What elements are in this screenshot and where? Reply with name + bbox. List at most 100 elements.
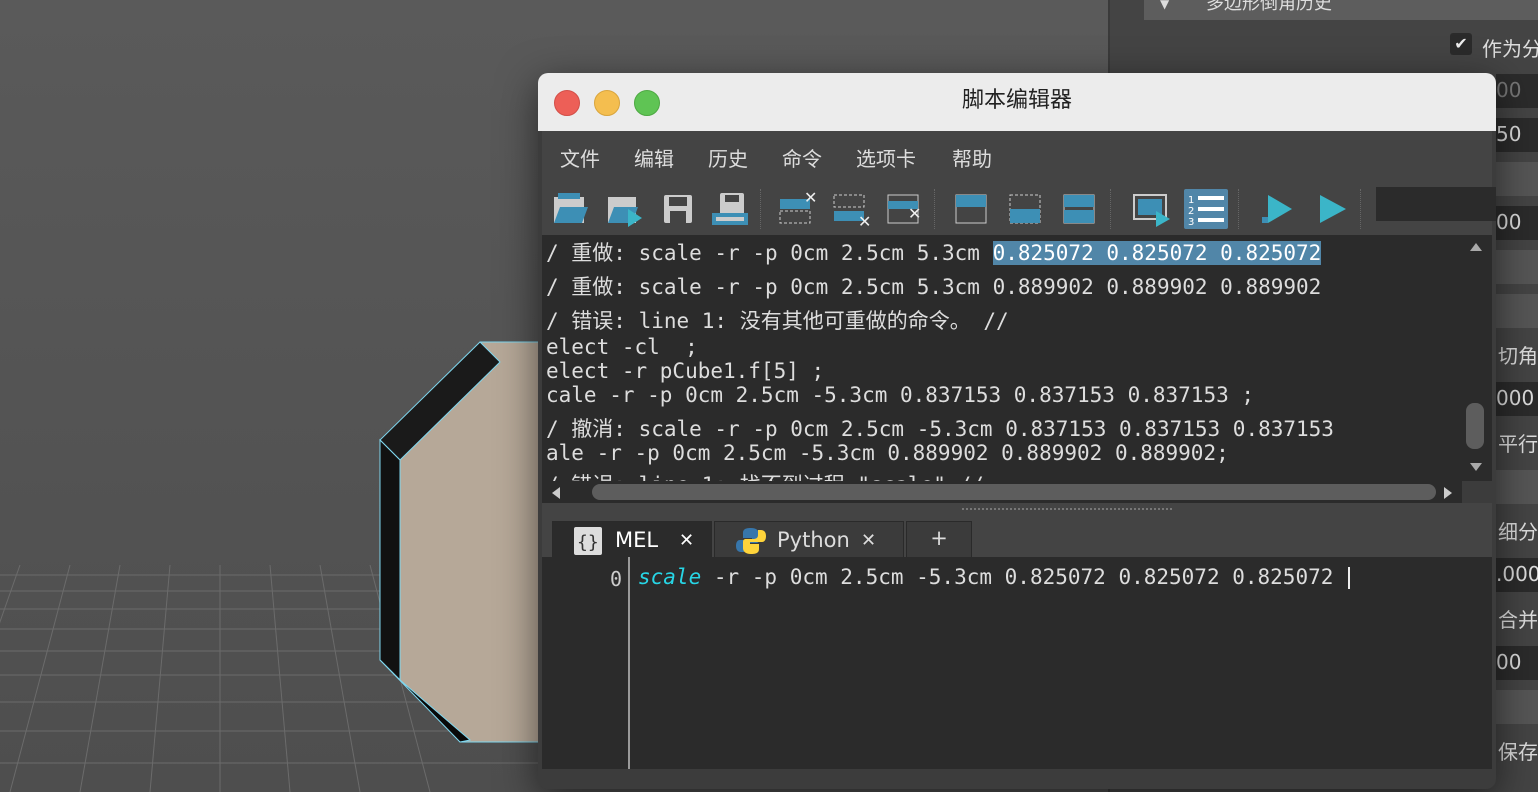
- svg-text:2: 2: [1188, 206, 1194, 217]
- field-value: 000: [1496, 386, 1535, 410]
- tab-label: Python: [777, 528, 850, 552]
- attribute-slider[interactable]: [1496, 250, 1538, 284]
- minimize-window-button[interactable]: [594, 90, 620, 116]
- zoom-window-button[interactable]: [634, 90, 660, 116]
- execute-all-icon[interactable]: [1308, 189, 1352, 229]
- output-line: ale -r -p 0cm 2.5cm -5.3cm 0.889902 0.88…: [546, 441, 1229, 465]
- section-header[interactable]: ▼ 多边形倒角历史: [1144, 0, 1538, 20]
- field-value: 00: [1496, 78, 1522, 102]
- clear-all-icon[interactable]: ✕: [882, 189, 926, 229]
- svg-text:3: 3: [1188, 217, 1194, 228]
- output-line: / 错误: line 1: 没有其他可重做的命令。 //: [546, 309, 1009, 333]
- attribute-slider[interactable]: [1496, 470, 1538, 504]
- scroll-up-icon[interactable]: [1468, 241, 1484, 253]
- tab-mel[interactable]: {} MEL ✕: [552, 521, 712, 558]
- menu-file[interactable]: 文件: [560, 143, 600, 172]
- checkbox-label: 作为分: [1482, 37, 1538, 61]
- show-input-icon[interactable]: [1004, 189, 1048, 229]
- toolbar-separator: [760, 189, 763, 229]
- execute-selected-icon[interactable]: [1254, 189, 1298, 229]
- open-script-icon[interactable]: [548, 189, 592, 229]
- editor-scroll-gutter: [1482, 557, 1492, 769]
- output-line: / 重做: scale -r -p 0cm 2.5cm 5.3cm 0.8250…: [546, 237, 1322, 267]
- close-tab-icon[interactable]: ✕: [679, 530, 694, 551]
- horizontal-scroll-thumb[interactable]: [592, 484, 1436, 500]
- selected-text: 0.825072 0.825072 0.825072: [992, 241, 1322, 265]
- splitter-grip: [962, 508, 1172, 512]
- title-bar[interactable]: 脚本编辑器: [538, 73, 1496, 131]
- script-editor-window: 脚本编辑器 文件 编辑 历史 命令 选项卡 帮助 ✕ ✕ ✕ 1 2 3 / 重…: [538, 73, 1496, 789]
- attribute-label: 细分 M: [1498, 520, 1538, 544]
- horizontal-scrollbar[interactable]: [542, 481, 1462, 503]
- attribute-field[interactable]: 00: [1496, 74, 1538, 108]
- history-output[interactable]: / 重做: scale -r -p 0cm 2.5cm 5.3cm 0.8250…: [542, 235, 1462, 481]
- checkbox[interactable]: ✔: [1450, 33, 1472, 55]
- beveled-cube-object[interactable]: [370, 330, 550, 750]
- attribute-slider[interactable]: [1496, 690, 1538, 724]
- vertical-scrollbar[interactable]: [1462, 235, 1492, 481]
- toolbar-search-field[interactable]: [1376, 187, 1496, 221]
- close-window-button[interactable]: [554, 90, 580, 116]
- pane-splitter[interactable]: [542, 503, 1492, 517]
- scroll-down-icon[interactable]: [1468, 461, 1484, 473]
- section-title: 多边形倒角历史: [1206, 0, 1332, 14]
- line-number: 0: [609, 567, 622, 591]
- code-line[interactable]: scale -r -p 0cm 2.5cm -5.3cm 0.825072 0.…: [638, 565, 1351, 589]
- menu-edit[interactable]: 编辑: [634, 143, 674, 172]
- line-number-gutter: 0: [542, 557, 630, 769]
- menu-tabs[interactable]: 选项卡: [856, 143, 916, 172]
- menu-history[interactable]: 历史: [708, 143, 748, 172]
- attribute-field[interactable]: 00: [1496, 206, 1538, 240]
- output-line: elect -r pCube1.f[5] ;: [546, 359, 825, 383]
- attribute-field[interactable]: 00: [1496, 646, 1538, 680]
- scroll-left-icon[interactable]: [550, 485, 562, 501]
- attribute-label: 合并顶: [1498, 608, 1538, 632]
- show-history-icon[interactable]: [950, 189, 994, 229]
- show-line-numbers-icon[interactable]: 123: [1184, 189, 1228, 229]
- save-to-shelf-icon[interactable]: [708, 189, 752, 229]
- attribute-field[interactable]: .000: [1496, 558, 1538, 592]
- output-line: / 重做: scale -r -p 0cm 2.5cm 5.3cm 0.8899…: [546, 275, 1322, 299]
- toolbar: ✕ ✕ ✕ 123: [542, 183, 1496, 235]
- save-script-icon[interactable]: [656, 189, 700, 229]
- attribute-label: 平行力: [1498, 432, 1538, 456]
- menu-bar: 文件 编辑 历史 命令 选项卡 帮助: [542, 131, 1492, 183]
- add-tab-icon: +: [930, 526, 948, 550]
- attribute-label: 保存: [1498, 740, 1538, 764]
- echo-all-commands-icon[interactable]: [1130, 189, 1174, 229]
- vertical-scroll-thumb[interactable]: [1466, 403, 1484, 449]
- output-text: / 重做: scale -r -p 0cm 2.5cm 5.3cm: [546, 241, 993, 265]
- svg-text:1: 1: [1188, 195, 1194, 206]
- add-tab-button[interactable]: +: [906, 521, 972, 558]
- show-both-icon[interactable]: [1058, 189, 1102, 229]
- clear-history-icon[interactable]: ✕: [774, 188, 818, 229]
- svg-text:{}: {}: [577, 532, 599, 553]
- code-arguments: -r -p 0cm 2.5cm -5.3cm 0.825072 0.825072…: [701, 565, 1347, 589]
- menu-help[interactable]: 帮助: [952, 143, 992, 172]
- toolbar-separator: [934, 189, 937, 229]
- clear-input-icon[interactable]: ✕: [828, 189, 872, 231]
- svg-text:✕: ✕: [858, 212, 871, 229]
- output-line: cale -r -p 0cm 2.5cm -5.3cm 0.837153 0.8…: [546, 383, 1255, 407]
- script-input-editor[interactable]: 0 scale -r -p 0cm 2.5cm -5.3cm 0.825072 …: [542, 557, 1482, 769]
- scroll-right-icon[interactable]: [1442, 485, 1454, 501]
- svg-text:✕: ✕: [908, 204, 921, 223]
- expand-arrow-icon[interactable]: ▼: [1160, 0, 1169, 20]
- field-value: 00: [1496, 650, 1522, 674]
- attribute-field[interactable]: 50: [1496, 118, 1538, 152]
- attribute-field[interactable]: 000: [1496, 382, 1538, 416]
- toolbar-separator: [1238, 189, 1241, 229]
- field-value: 00: [1496, 210, 1522, 234]
- attribute-slider[interactable]: [1496, 294, 1538, 328]
- attribute-slider[interactable]: [1496, 162, 1538, 196]
- code-keyword: scale: [638, 565, 702, 589]
- text-caret: [1348, 567, 1351, 589]
- source-script-icon[interactable]: [602, 189, 646, 229]
- output-line: / 撤消: scale -r -p 0cm 2.5cm -5.3cm 0.837…: [546, 417, 1334, 441]
- menu-command[interactable]: 命令: [782, 143, 822, 172]
- python-icon: [736, 528, 766, 554]
- tab-label: MEL: [615, 528, 659, 552]
- close-tab-icon[interactable]: ✕: [861, 530, 876, 551]
- tab-python[interactable]: Python ✕: [714, 521, 904, 558]
- tab-bar: {} MEL ✕ Python ✕ +: [542, 517, 1492, 558]
